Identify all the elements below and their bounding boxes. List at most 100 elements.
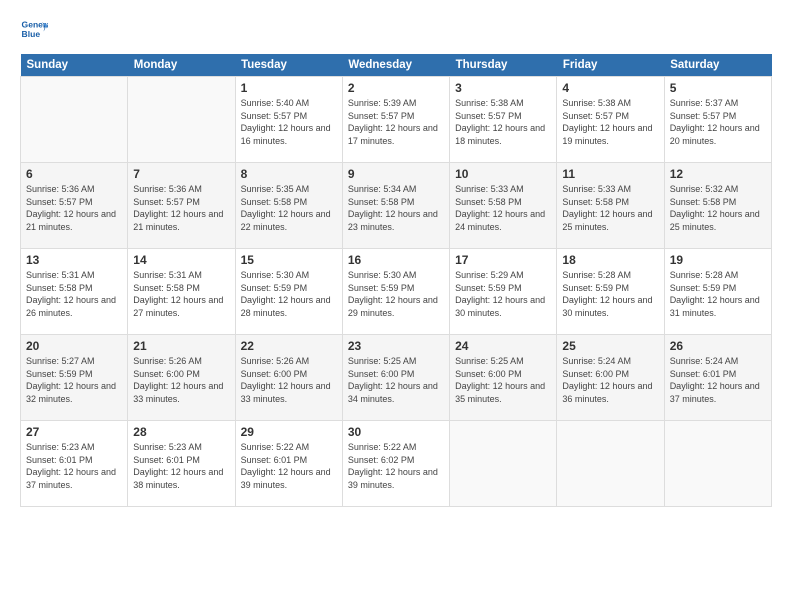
day-number: 17 [455,253,551,267]
day-cell: 25 Sunrise: 5:24 AMSunset: 6:00 PMDayligh… [557,335,664,421]
header-cell-friday: Friday [557,54,664,77]
cell-info: Sunrise: 5:36 AMSunset: 5:57 PMDaylight:… [133,183,229,233]
cell-info: Sunrise: 5:32 AMSunset: 5:58 PMDaylight:… [670,183,766,233]
cell-info: Sunrise: 5:23 AMSunset: 6:01 PMDaylight:… [133,441,229,491]
cell-info: Sunrise: 5:37 AMSunset: 5:57 PMDaylight:… [670,97,766,147]
logo: General Blue [20,16,48,44]
cell-info: Sunrise: 5:24 AMSunset: 6:00 PMDaylight:… [562,355,658,405]
day-number: 4 [562,81,658,95]
day-cell: 10Sunrise: 5:33 AMSunset: 5:58 PMDayligh… [450,163,557,249]
cell-info: Sunrise: 5:40 AMSunset: 5:57 PMDaylight:… [241,97,337,147]
day-cell [557,421,664,507]
cell-info: Sunrise: 5:28 AMSunset: 5:59 PMDaylight:… [562,269,658,319]
day-number: 8 [241,167,337,181]
day-cell: 11Sunrise: 5:33 AMSunset: 5:58 PMDayligh… [557,163,664,249]
cell-info: Sunrise: 5:26 AMSunset: 6:00 PMDaylight:… [241,355,337,405]
day-cell: 12 Sunrise: 5:32 AMSunset: 5:58 PMDayligh… [664,163,771,249]
day-cell: 27 Sunrise: 5:23 AMSunset: 6:01 PMDayligh… [21,421,128,507]
day-number: 19 [670,253,766,267]
day-number: 20 [26,339,122,353]
day-number: 14 [133,253,229,267]
logo-icon: General Blue [20,16,48,44]
day-cell: 2 Sunrise: 5:39 AMSunset: 5:57 PMDaylight… [342,77,449,163]
week-row-2: 6 Sunrise: 5:36 AMSunset: 5:57 PMDaylight… [21,163,772,249]
day-cell: 19 Sunrise: 5:28 AMSunset: 5:59 PMDayligh… [664,249,771,335]
header-cell-monday: Monday [128,54,235,77]
day-cell [450,421,557,507]
cell-info: Sunrise: 5:33 AMSunset: 5:58 PMDaylight:… [562,183,658,233]
day-number: 1 [241,81,337,95]
day-number: 29 [241,425,337,439]
day-cell: 3Sunrise: 5:38 AMSunset: 5:57 PMDaylight… [450,77,557,163]
day-cell: 14 Sunrise: 5:31 AMSunset: 5:58 PMDayligh… [128,249,235,335]
day-cell: 6 Sunrise: 5:36 AMSunset: 5:57 PMDaylight… [21,163,128,249]
cell-info: Sunrise: 5:22 AMSunset: 6:01 PMDaylight:… [241,441,337,491]
day-number: 30 [348,425,444,439]
cell-info: Sunrise: 5:30 AMSunset: 5:59 PMDaylight:… [348,269,444,319]
cell-info: Sunrise: 5:33 AMSunset: 5:58 PMDaylight:… [455,183,551,233]
week-row-5: 27 Sunrise: 5:23 AMSunset: 6:01 PMDayligh… [21,421,772,507]
day-cell: 9 Sunrise: 5:34 AMSunset: 5:58 PMDaylight… [342,163,449,249]
day-cell: 15 Sunrise: 5:30 AMSunset: 5:59 PMDayligh… [235,249,342,335]
day-number: 23 [348,339,444,353]
day-number: 13 [26,253,122,267]
day-number: 24 [455,339,551,353]
calendar-table: SundayMondayTuesdayWednesdayThursdayFrid… [20,54,772,507]
header-cell-saturday: Saturday [664,54,771,77]
day-cell: 24 Sunrise: 5:25 AMSunset: 6:00 PMDayligh… [450,335,557,421]
day-cell: 30 Sunrise: 5:22 AMSunset: 6:02 PMDayligh… [342,421,449,507]
cell-info: Sunrise: 5:24 AMSunset: 6:01 PMDaylight:… [670,355,766,405]
header-row: SundayMondayTuesdayWednesdayThursdayFrid… [21,54,772,77]
cell-info: Sunrise: 5:31 AMSunset: 5:58 PMDaylight:… [133,269,229,319]
day-number: 15 [241,253,337,267]
week-row-4: 20Sunrise: 5:27 AMSunset: 5:59 PMDayligh… [21,335,772,421]
day-number: 6 [26,167,122,181]
cell-info: Sunrise: 5:35 AMSunset: 5:58 PMDaylight:… [241,183,337,233]
cell-info: Sunrise: 5:36 AMSunset: 5:57 PMDaylight:… [26,183,122,233]
week-row-3: 13 Sunrise: 5:31 AMSunset: 5:58 PMDayligh… [21,249,772,335]
day-number: 12 [670,167,766,181]
cell-info: Sunrise: 5:25 AMSunset: 6:00 PMDaylight:… [455,355,551,405]
day-number: 5 [670,81,766,95]
day-number: 22 [241,339,337,353]
day-cell [21,77,128,163]
cell-info: Sunrise: 5:30 AMSunset: 5:59 PMDaylight:… [241,269,337,319]
cell-info: Sunrise: 5:39 AMSunset: 5:57 PMDaylight:… [348,97,444,147]
day-cell: 5 Sunrise: 5:37 AMSunset: 5:57 PMDaylight… [664,77,771,163]
day-number: 25 [562,339,658,353]
cell-info: Sunrise: 5:34 AMSunset: 5:58 PMDaylight:… [348,183,444,233]
day-cell: 13 Sunrise: 5:31 AMSunset: 5:58 PMDayligh… [21,249,128,335]
day-cell: 29 Sunrise: 5:22 AMSunset: 6:01 PMDayligh… [235,421,342,507]
day-number: 3 [455,81,551,95]
day-number: 26 [670,339,766,353]
day-cell: 18 Sunrise: 5:28 AMSunset: 5:59 PMDayligh… [557,249,664,335]
day-cell [664,421,771,507]
day-number: 9 [348,167,444,181]
day-cell: 7 Sunrise: 5:36 AMSunset: 5:57 PMDaylight… [128,163,235,249]
day-cell: 26 Sunrise: 5:24 AMSunset: 6:01 PMDayligh… [664,335,771,421]
day-cell: 4 Sunrise: 5:38 AMSunset: 5:57 PMDaylight… [557,77,664,163]
header-cell-wednesday: Wednesday [342,54,449,77]
cell-info: Sunrise: 5:28 AMSunset: 5:59 PMDaylight:… [670,269,766,319]
svg-text:Blue: Blue [22,29,41,39]
cell-info: Sunrise: 5:38 AMSunset: 5:57 PMDaylight:… [562,97,658,147]
day-number: 2 [348,81,444,95]
day-number: 18 [562,253,658,267]
week-row-1: 1 Sunrise: 5:40 AMSunset: 5:57 PMDaylight… [21,77,772,163]
day-number: 21 [133,339,229,353]
cell-info: Sunrise: 5:23 AMSunset: 6:01 PMDaylight:… [26,441,122,491]
cell-info: Sunrise: 5:29 AMSunset: 5:59 PMDaylight:… [455,269,551,319]
day-cell: 23Sunrise: 5:25 AMSunset: 6:00 PMDayligh… [342,335,449,421]
day-number: 16 [348,253,444,267]
cell-info: Sunrise: 5:31 AMSunset: 5:58 PMDaylight:… [26,269,122,319]
day-cell: 20Sunrise: 5:27 AMSunset: 5:59 PMDayligh… [21,335,128,421]
day-cell: 16 Sunrise: 5:30 AMSunset: 5:59 PMDayligh… [342,249,449,335]
day-number: 27 [26,425,122,439]
day-cell: 17 Sunrise: 5:29 AMSunset: 5:59 PMDayligh… [450,249,557,335]
cell-info: Sunrise: 5:22 AMSunset: 6:02 PMDaylight:… [348,441,444,491]
cell-info: Sunrise: 5:26 AMSunset: 6:00 PMDaylight:… [133,355,229,405]
header-cell-thursday: Thursday [450,54,557,77]
day-cell [128,77,235,163]
day-number: 7 [133,167,229,181]
header-cell-sunday: Sunday [21,54,128,77]
